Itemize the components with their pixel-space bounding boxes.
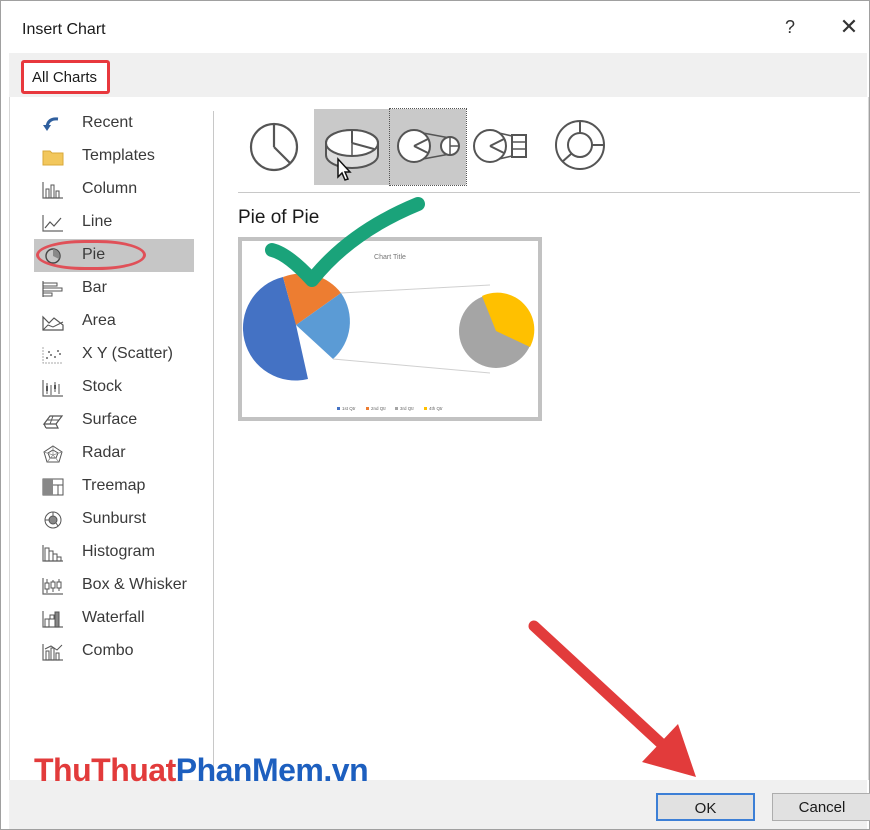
chart-type-label: Bar — [82, 279, 107, 296]
chart-type-label: Radar — [82, 444, 126, 461]
svg-text:3rd Qtr: 3rd Qtr — [400, 406, 415, 411]
chart-type-label: Area — [82, 312, 116, 329]
radar-chart-icon — [43, 445, 63, 463]
chart-type-label: Surface — [82, 411, 138, 428]
title-bar: Insert Chart ? ✕ — [1, 1, 869, 51]
checkmark-annotation — [265, 197, 425, 287]
red-arrow-annotation — [528, 620, 696, 777]
treemap-chart-icon — [42, 478, 64, 496]
watermark: ThuThuatPhanMem.vn — [34, 752, 369, 788]
chart-type-sunburst[interactable]: Sunburst — [34, 503, 194, 536]
chart-type-area[interactable]: Area — [34, 305, 194, 338]
chart-type-list: Recent Templates Column Line Pie Bar Are… — [34, 107, 204, 668]
dialog-title: Insert Chart — [22, 21, 106, 38]
svg-text:2nd Qtr: 2nd Qtr — [371, 406, 387, 411]
chart-type-label: Recent — [82, 114, 133, 131]
chart-type-label: Stock — [82, 378, 123, 395]
chart-type-waterfall[interactable]: Waterfall — [34, 602, 194, 635]
pie-subtype-icon — [249, 122, 299, 172]
subtype-3d-pie[interactable] — [314, 109, 390, 185]
close-button[interactable]: ✕ — [835, 13, 863, 41]
bar-of-pie-subtype-icon — [473, 129, 527, 163]
surface-chart-icon — [42, 415, 64, 429]
scatter-chart-icon — [42, 347, 63, 364]
chart-type-label: X Y (Scatter) — [82, 345, 173, 362]
histogram-chart-icon — [42, 545, 63, 562]
line-chart-icon — [42, 215, 63, 232]
chart-type-box-whisker[interactable]: Box & Whisker — [34, 569, 194, 602]
help-button[interactable]: ? — [779, 15, 801, 39]
chart-type-radar[interactable]: Radar — [34, 437, 194, 470]
chart-type-label: Templates — [82, 147, 155, 164]
insert-chart-dialog: Insert Chart ? ✕ All Charts Recent Templ… — [0, 0, 870, 830]
combo-chart-icon — [42, 644, 63, 661]
3d-pie-subtype-icon — [325, 129, 379, 181]
tab-all-charts[interactable]: All Charts — [21, 60, 111, 94]
sunburst-chart-icon — [44, 511, 62, 529]
dialog-body: Recent Templates Column Line Pie Bar Are… — [9, 97, 869, 780]
annotation-oval — [36, 240, 146, 270]
chart-type-label: Column — [82, 180, 138, 197]
connector-bottom — [332, 358, 491, 374]
list-divider — [213, 111, 214, 771]
subtype-pie-of-pie[interactable] — [389, 108, 467, 186]
chart-type-label: Line — [82, 213, 113, 230]
chart-type-label: Treemap — [82, 477, 146, 494]
area-chart-icon — [42, 315, 64, 331]
subtype-pie[interactable] — [238, 109, 314, 185]
chart-type-histogram[interactable]: Histogram — [34, 536, 194, 569]
chart-type-line[interactable]: Line — [34, 206, 194, 239]
tab-bar: All Charts — [9, 53, 867, 97]
bar-chart-icon — [42, 281, 63, 297]
recent-icon — [43, 117, 59, 131]
chart-type-column[interactable]: Column — [34, 173, 194, 206]
subtype-doughnut[interactable] — [542, 109, 618, 185]
chart-type-label: Histogram — [82, 543, 155, 560]
ok-button[interactable]: OK — [656, 793, 755, 821]
chart-type-surface[interactable]: Surface — [34, 404, 194, 437]
doughnut-subtype-icon — [555, 120, 605, 170]
chart-type-label: Box & Whisker — [82, 576, 187, 593]
chart-type-label: Waterfall — [82, 609, 145, 626]
chart-type-treemap[interactable]: Treemap — [34, 470, 194, 503]
stock-chart-icon — [42, 380, 63, 397]
waterfall-chart-icon — [42, 611, 63, 628]
chart-type-label: Combo — [82, 642, 134, 659]
chart-type-label: Sunburst — [82, 510, 147, 527]
svg-text:1st Qtr: 1st Qtr — [342, 406, 356, 411]
chart-type-scatter[interactable]: X Y (Scatter) — [34, 338, 194, 371]
chart-type-recent[interactable]: Recent — [34, 107, 194, 140]
folder-icon — [42, 150, 64, 166]
chart-type-combo[interactable]: Combo — [34, 635, 194, 668]
chart-subtype-row — [238, 108, 870, 189]
pie-of-pie-subtype-icon — [397, 129, 460, 163]
subtype-bar-of-pie[interactable] — [466, 109, 542, 185]
cancel-button[interactable]: Cancel — [772, 793, 870, 821]
chart-type-templates[interactable]: Templates — [34, 140, 194, 173]
column-chart-icon — [42, 182, 63, 199]
chart-type-bar[interactable]: Bar — [34, 272, 194, 305]
svg-text:4th Qtr: 4th Qtr — [429, 406, 443, 411]
chart-type-pie[interactable]: Pie — [34, 239, 194, 272]
box-whisker-chart-icon — [42, 578, 63, 595]
preview-legend: 1st Qtr 2nd Qtr 3rd Qtr 4th Qtr — [337, 406, 443, 411]
chart-type-stock[interactable]: Stock — [34, 371, 194, 404]
